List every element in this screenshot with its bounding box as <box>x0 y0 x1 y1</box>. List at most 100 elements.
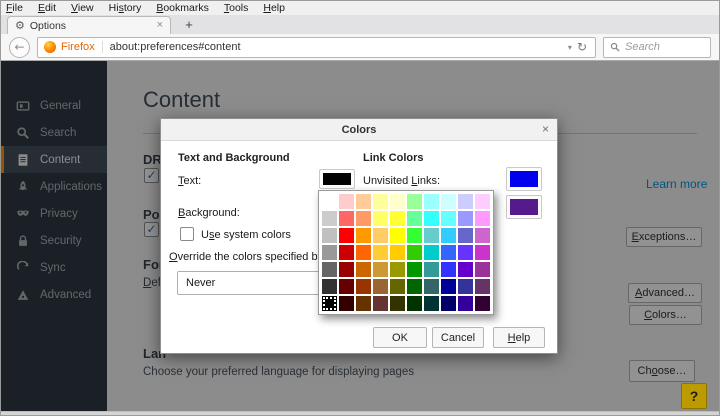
cancel-button[interactable]: Cancel <box>432 327 484 348</box>
palette-color-swatch[interactable] <box>390 262 405 277</box>
palette-color-swatch[interactable] <box>424 262 439 277</box>
palette-color-swatch[interactable] <box>441 296 456 311</box>
palette-color-swatch[interactable] <box>424 228 439 243</box>
tab-close-icon[interactable]: × <box>157 20 163 31</box>
palette-color-swatch[interactable] <box>407 194 422 209</box>
palette-color-swatch[interactable] <box>441 194 456 209</box>
palette-color-swatch[interactable] <box>356 279 371 294</box>
palette-color-swatch[interactable] <box>339 262 354 277</box>
text-color-swatch[interactable] <box>319 169 355 189</box>
ok-button[interactable]: OK <box>373 327 427 348</box>
background-color-label: Background: <box>178 207 240 219</box>
palette-color-swatch[interactable] <box>475 262 490 277</box>
menu-bookmarks[interactable]: Bookmarks <box>156 2 209 14</box>
palette-color-swatch[interactable] <box>441 245 456 260</box>
palette-color-swatch[interactable] <box>441 211 456 226</box>
tab-bar: ⚙ Options × + <box>1 15 719 34</box>
palette-color-swatch[interactable] <box>458 211 473 226</box>
palette-color-swatch[interactable] <box>339 296 354 311</box>
palette-color-swatch[interactable] <box>322 245 337 260</box>
search-input[interactable]: Search <box>603 37 711 58</box>
palette-color-swatch[interactable] <box>475 228 490 243</box>
palette-color-swatch[interactable] <box>407 228 422 243</box>
dialog-close-icon[interactable]: × <box>542 122 549 136</box>
palette-color-swatch[interactable] <box>407 279 422 294</box>
palette-color-swatch[interactable] <box>458 296 473 311</box>
palette-color-swatch[interactable] <box>339 279 354 294</box>
palette-color-swatch[interactable] <box>441 262 456 277</box>
palette-color-swatch[interactable] <box>356 228 371 243</box>
palette-color-swatch[interactable] <box>356 245 371 260</box>
palette-color-swatch[interactable] <box>356 296 371 311</box>
palette-color-swatch[interactable] <box>458 262 473 277</box>
palette-color-swatch[interactable] <box>373 296 388 311</box>
override-colors-label: Override the colors specified by <box>169 251 323 263</box>
palette-color-swatch[interactable] <box>322 296 337 311</box>
palette-color-swatch[interactable] <box>390 211 405 226</box>
palette-color-swatch[interactable] <box>458 279 473 294</box>
palette-color-swatch[interactable] <box>424 279 439 294</box>
palette-color-swatch[interactable] <box>390 228 405 243</box>
palette-color-swatch[interactable] <box>390 245 405 260</box>
palette-color-swatch[interactable] <box>390 296 405 311</box>
new-tab-button[interactable]: + <box>181 17 197 32</box>
palette-color-swatch[interactable] <box>424 296 439 311</box>
palette-color-swatch[interactable] <box>373 194 388 209</box>
visited-links-swatch[interactable] <box>506 195 542 219</box>
palette-color-swatch[interactable] <box>458 245 473 260</box>
palette-color-swatch[interactable] <box>356 211 371 226</box>
dialog-help-button[interactable]: Help <box>493 327 545 348</box>
palette-color-swatch[interactable] <box>458 194 473 209</box>
unvisited-links-swatch[interactable] <box>506 167 542 191</box>
palette-color-swatch[interactable] <box>373 245 388 260</box>
palette-color-swatch[interactable] <box>373 279 388 294</box>
palette-color-swatch[interactable] <box>339 245 354 260</box>
palette-color-swatch[interactable] <box>322 228 337 243</box>
use-system-colors-checkbox[interactable] <box>180 227 194 241</box>
palette-color-swatch[interactable] <box>424 245 439 260</box>
menu-bar: File Edit View History Bookmarks Tools H… <box>1 1 719 15</box>
palette-color-swatch[interactable] <box>322 262 337 277</box>
palette-color-swatch[interactable] <box>407 245 422 260</box>
palette-color-swatch[interactable] <box>356 194 371 209</box>
palette-color-swatch[interactable] <box>339 211 354 226</box>
url-bar[interactable]: Firefox about:preferences#content ▾ ↻ <box>37 37 596 58</box>
help-button[interactable]: ? <box>681 383 707 409</box>
palette-color-swatch[interactable] <box>373 228 388 243</box>
palette-color-swatch[interactable] <box>475 279 490 294</box>
menu-edit[interactable]: Edit <box>38 2 56 14</box>
palette-color-swatch[interactable] <box>407 211 422 226</box>
palette-color-swatch[interactable] <box>339 228 354 243</box>
palette-color-swatch[interactable] <box>339 194 354 209</box>
palette-color-swatch[interactable] <box>356 262 371 277</box>
menu-file[interactable]: File <box>6 2 23 14</box>
palette-color-swatch[interactable] <box>373 262 388 277</box>
menu-history[interactable]: History <box>109 2 142 14</box>
menu-tools[interactable]: Tools <box>224 2 249 14</box>
back-button[interactable]: ← <box>9 37 30 58</box>
tab-options[interactable]: ⚙ Options × <box>7 16 171 34</box>
url-text[interactable]: about:preferences#content <box>103 41 565 53</box>
palette-color-swatch[interactable] <box>390 194 405 209</box>
menu-view[interactable]: View <box>71 2 94 14</box>
palette-color-swatch[interactable] <box>441 228 456 243</box>
palette-color-swatch[interactable] <box>407 262 422 277</box>
palette-color-swatch[interactable] <box>441 279 456 294</box>
palette-color-swatch[interactable] <box>322 211 337 226</box>
palette-color-swatch[interactable] <box>424 194 439 209</box>
palette-color-swatch[interactable] <box>373 211 388 226</box>
palette-color-swatch[interactable] <box>407 296 422 311</box>
palette-color-swatch[interactable] <box>390 279 405 294</box>
menu-help[interactable]: Help <box>263 2 285 14</box>
reload-icon[interactable]: ↻ <box>575 40 589 54</box>
palette-color-swatch[interactable] <box>475 296 490 311</box>
link-colors-heading: Link Colors <box>363 152 424 164</box>
palette-color-swatch[interactable] <box>424 211 439 226</box>
palette-color-swatch[interactable] <box>475 211 490 226</box>
palette-color-swatch[interactable] <box>475 245 490 260</box>
urlbar-dropdown-icon[interactable]: ▾ <box>565 43 575 52</box>
palette-color-swatch[interactable] <box>458 228 473 243</box>
palette-color-swatch[interactable] <box>322 194 337 209</box>
palette-color-swatch[interactable] <box>322 279 337 294</box>
palette-color-swatch[interactable] <box>475 194 490 209</box>
